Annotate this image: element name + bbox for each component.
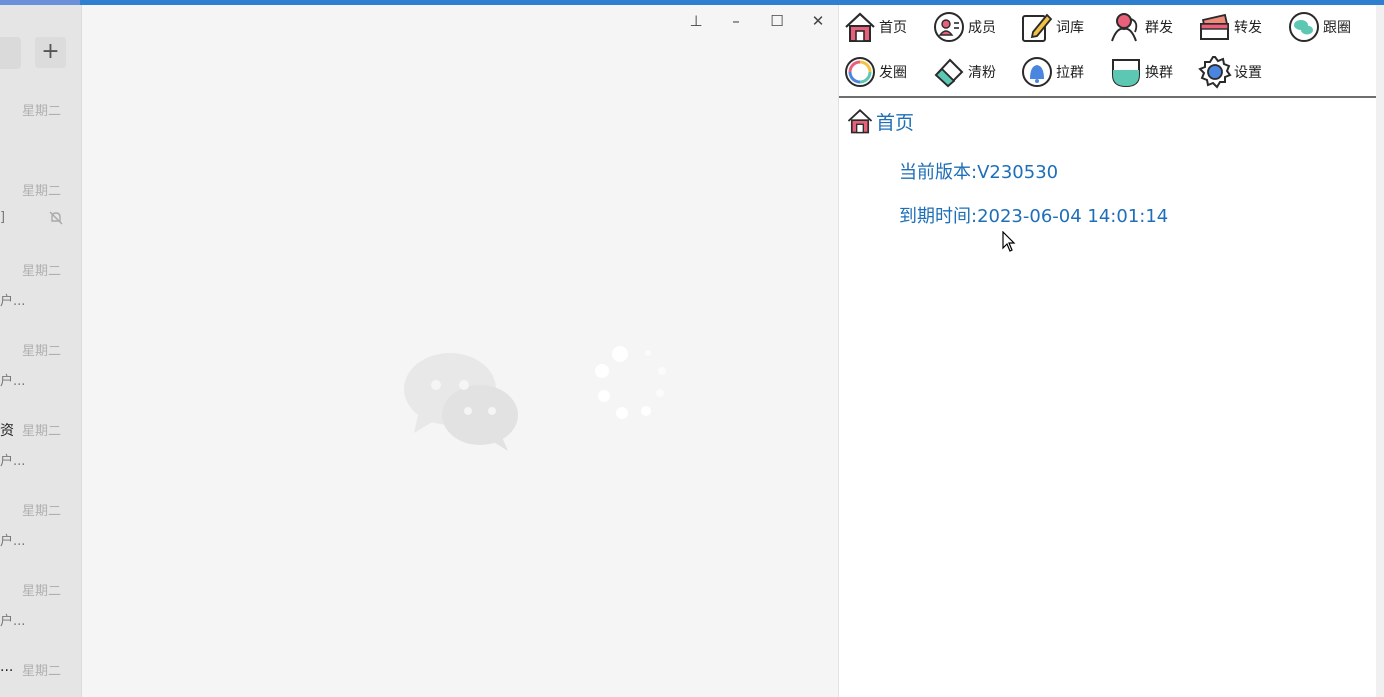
close-button[interactable]: ✕	[805, 11, 831, 31]
toolbar-follow-moments-button[interactable]: 跟圈	[1287, 9, 1351, 45]
chat-item[interactable]: 星期二 户...	[0, 580, 81, 660]
toolbar-pull-group-label: 拉群	[1056, 65, 1084, 81]
version-value: V230530	[977, 162, 1059, 183]
expiry-label: 到期时间:	[899, 206, 978, 227]
chat-item[interactable]: 资 星期二 户...	[0, 420, 81, 500]
chat-item-day: 星期二	[22, 264, 62, 279]
version-info: 当前版本:V230530	[899, 158, 1058, 184]
toolbar-settings-button[interactable]: 设置	[1198, 54, 1262, 90]
pin-window-button[interactable]: ⊥	[683, 11, 709, 31]
chat-main-panel: ⊥ – ☐ ✕	[82, 5, 839, 697]
switch-group-icon	[1112, 59, 1140, 88]
wechat-logo-icon	[404, 353, 518, 451]
member-icon	[934, 12, 964, 42]
follow-moments-icon	[1289, 12, 1319, 42]
chat-item-day: 星期二	[22, 424, 62, 439]
toolbar-forward-button[interactable]: 转发	[1198, 9, 1262, 45]
chat-item-snippet: 户...	[0, 294, 26, 309]
toolbar-broadcast-label: 群发	[1145, 20, 1173, 36]
home-icon	[847, 109, 873, 134]
chat-item-day: 星期二	[22, 104, 62, 119]
minimize-button[interactable]: –	[723, 11, 749, 31]
chat-item-day: 星期二	[22, 344, 62, 359]
chat-item-day: 星期二	[22, 584, 62, 599]
toolbar-follow-moments-label: 跟圈	[1323, 20, 1351, 36]
chat-item[interactable]: 星期二 ...	[0, 659, 81, 697]
chat-item-name-fragment: ...	[0, 659, 14, 675]
lexicon-icon	[1022, 13, 1053, 42]
expiry-value: 2023-06-04 14:01:14	[977, 206, 1169, 227]
toolbar-forward-label: 转发	[1234, 20, 1262, 36]
chat-item-snippet: 户...	[0, 534, 26, 549]
toolbar-clear-fans-label: 清粉	[968, 65, 996, 81]
loading-spinner-icon	[595, 346, 666, 419]
version-label: 当前版本:	[899, 162, 978, 183]
search-input[interactable]	[0, 37, 21, 69]
panel-edge	[1376, 5, 1384, 697]
chat-item[interactable]: 星期二 户...	[0, 340, 81, 420]
toolbar-post-moments-button[interactable]: 发圈	[843, 54, 907, 90]
toolbar-switch-group-label: 换群	[1145, 65, 1173, 81]
assistant-toolbar: 首页 成员 词库 群发 转发 跟圈 发圈 清粉 拉群 换群 设置	[839, 5, 1376, 98]
toolbar-pull-group-button[interactable]: 拉群	[1020, 54, 1084, 90]
toolbar-broadcast-button[interactable]: 群发	[1109, 9, 1173, 45]
eraser-icon	[934, 58, 964, 88]
assistant-panel: 首页 成员 词库 群发 转发 跟圈 发圈 清粉 拉群 换群 设置 首页 当前版本…	[839, 5, 1376, 697]
maximize-button[interactable]: ☐	[764, 11, 790, 31]
chat-item-snippet: 户...	[0, 454, 26, 469]
chat-item-snippet: 户...	[0, 614, 26, 629]
toolbar-lexicon-button[interactable]: 词库	[1020, 9, 1084, 45]
toolbar-clear-fans-button[interactable]: 清粉	[932, 54, 996, 90]
home-icon	[845, 12, 875, 42]
chat-item-name-fragment: 资	[0, 423, 14, 439]
pull-group-icon	[1022, 57, 1052, 87]
chat-item-day: 星期二	[22, 504, 62, 519]
toolbar-post-moments-label: 发圈	[879, 65, 907, 81]
chat-item[interactable]: 星期二 户...	[0, 260, 81, 340]
chat-item-day: 星期二	[22, 664, 62, 679]
mute-bell-icon	[49, 211, 63, 225]
gear-icon	[1198, 56, 1232, 89]
broadcast-icon	[1111, 13, 1138, 42]
add-chat-button[interactable]: +	[35, 37, 66, 68]
toolbar-members-button[interactable]: 成员	[932, 9, 996, 45]
toolbar-members-label: 成员	[968, 20, 996, 36]
chat-item-snippet: 户...	[0, 374, 26, 389]
chat-item[interactable]: 星期二 户...	[0, 500, 81, 580]
chat-list: + 星期二 星期二 ] 星期二 户... 星期二 户... 资 星期二 户...…	[0, 5, 82, 697]
chat-item[interactable]: 星期二 ]	[0, 180, 81, 260]
mouse-cursor-icon	[1002, 231, 1016, 252]
chat-item[interactable]: 星期二	[0, 100, 81, 180]
home-heading: 首页	[846, 106, 914, 136]
home-title: 首页	[876, 111, 915, 134]
toolbar-home-button[interactable]: 首页	[843, 9, 907, 45]
toolbar-lexicon-label: 词库	[1056, 20, 1084, 36]
toolbar-switch-group-button[interactable]: 换群	[1109, 54, 1173, 90]
toolbar-home-label: 首页	[879, 20, 907, 36]
post-moments-icon	[845, 57, 875, 87]
toolbar-settings-label: 设置	[1234, 65, 1262, 81]
forward-icon	[1200, 13, 1229, 40]
expiry-info: 到期时间:2023-06-04 14:01:14	[899, 202, 1168, 228]
chat-item-snippet: ]	[0, 210, 6, 225]
chat-item-day: 星期二	[22, 184, 62, 199]
